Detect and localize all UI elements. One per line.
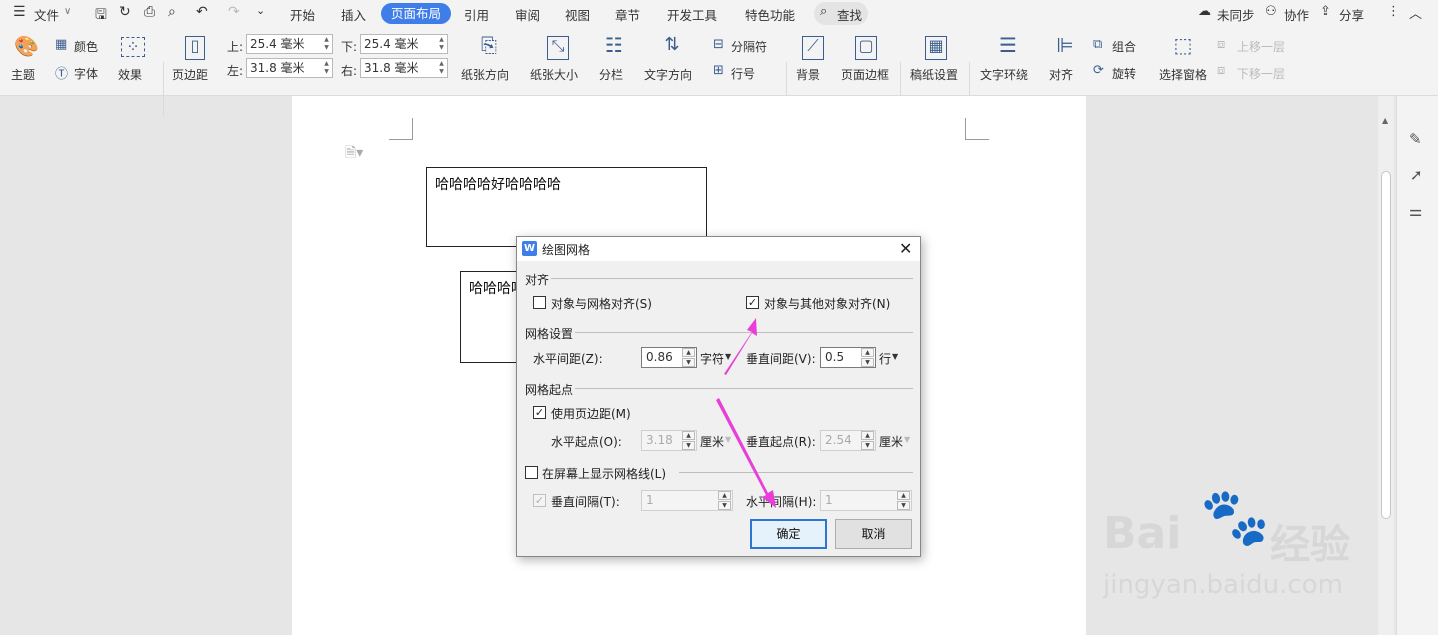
annotation-arrows (716, 318, 776, 508)
annotation-arrow-2 (716, 398, 776, 508)
annotation-arrow-1 (724, 318, 757, 375)
